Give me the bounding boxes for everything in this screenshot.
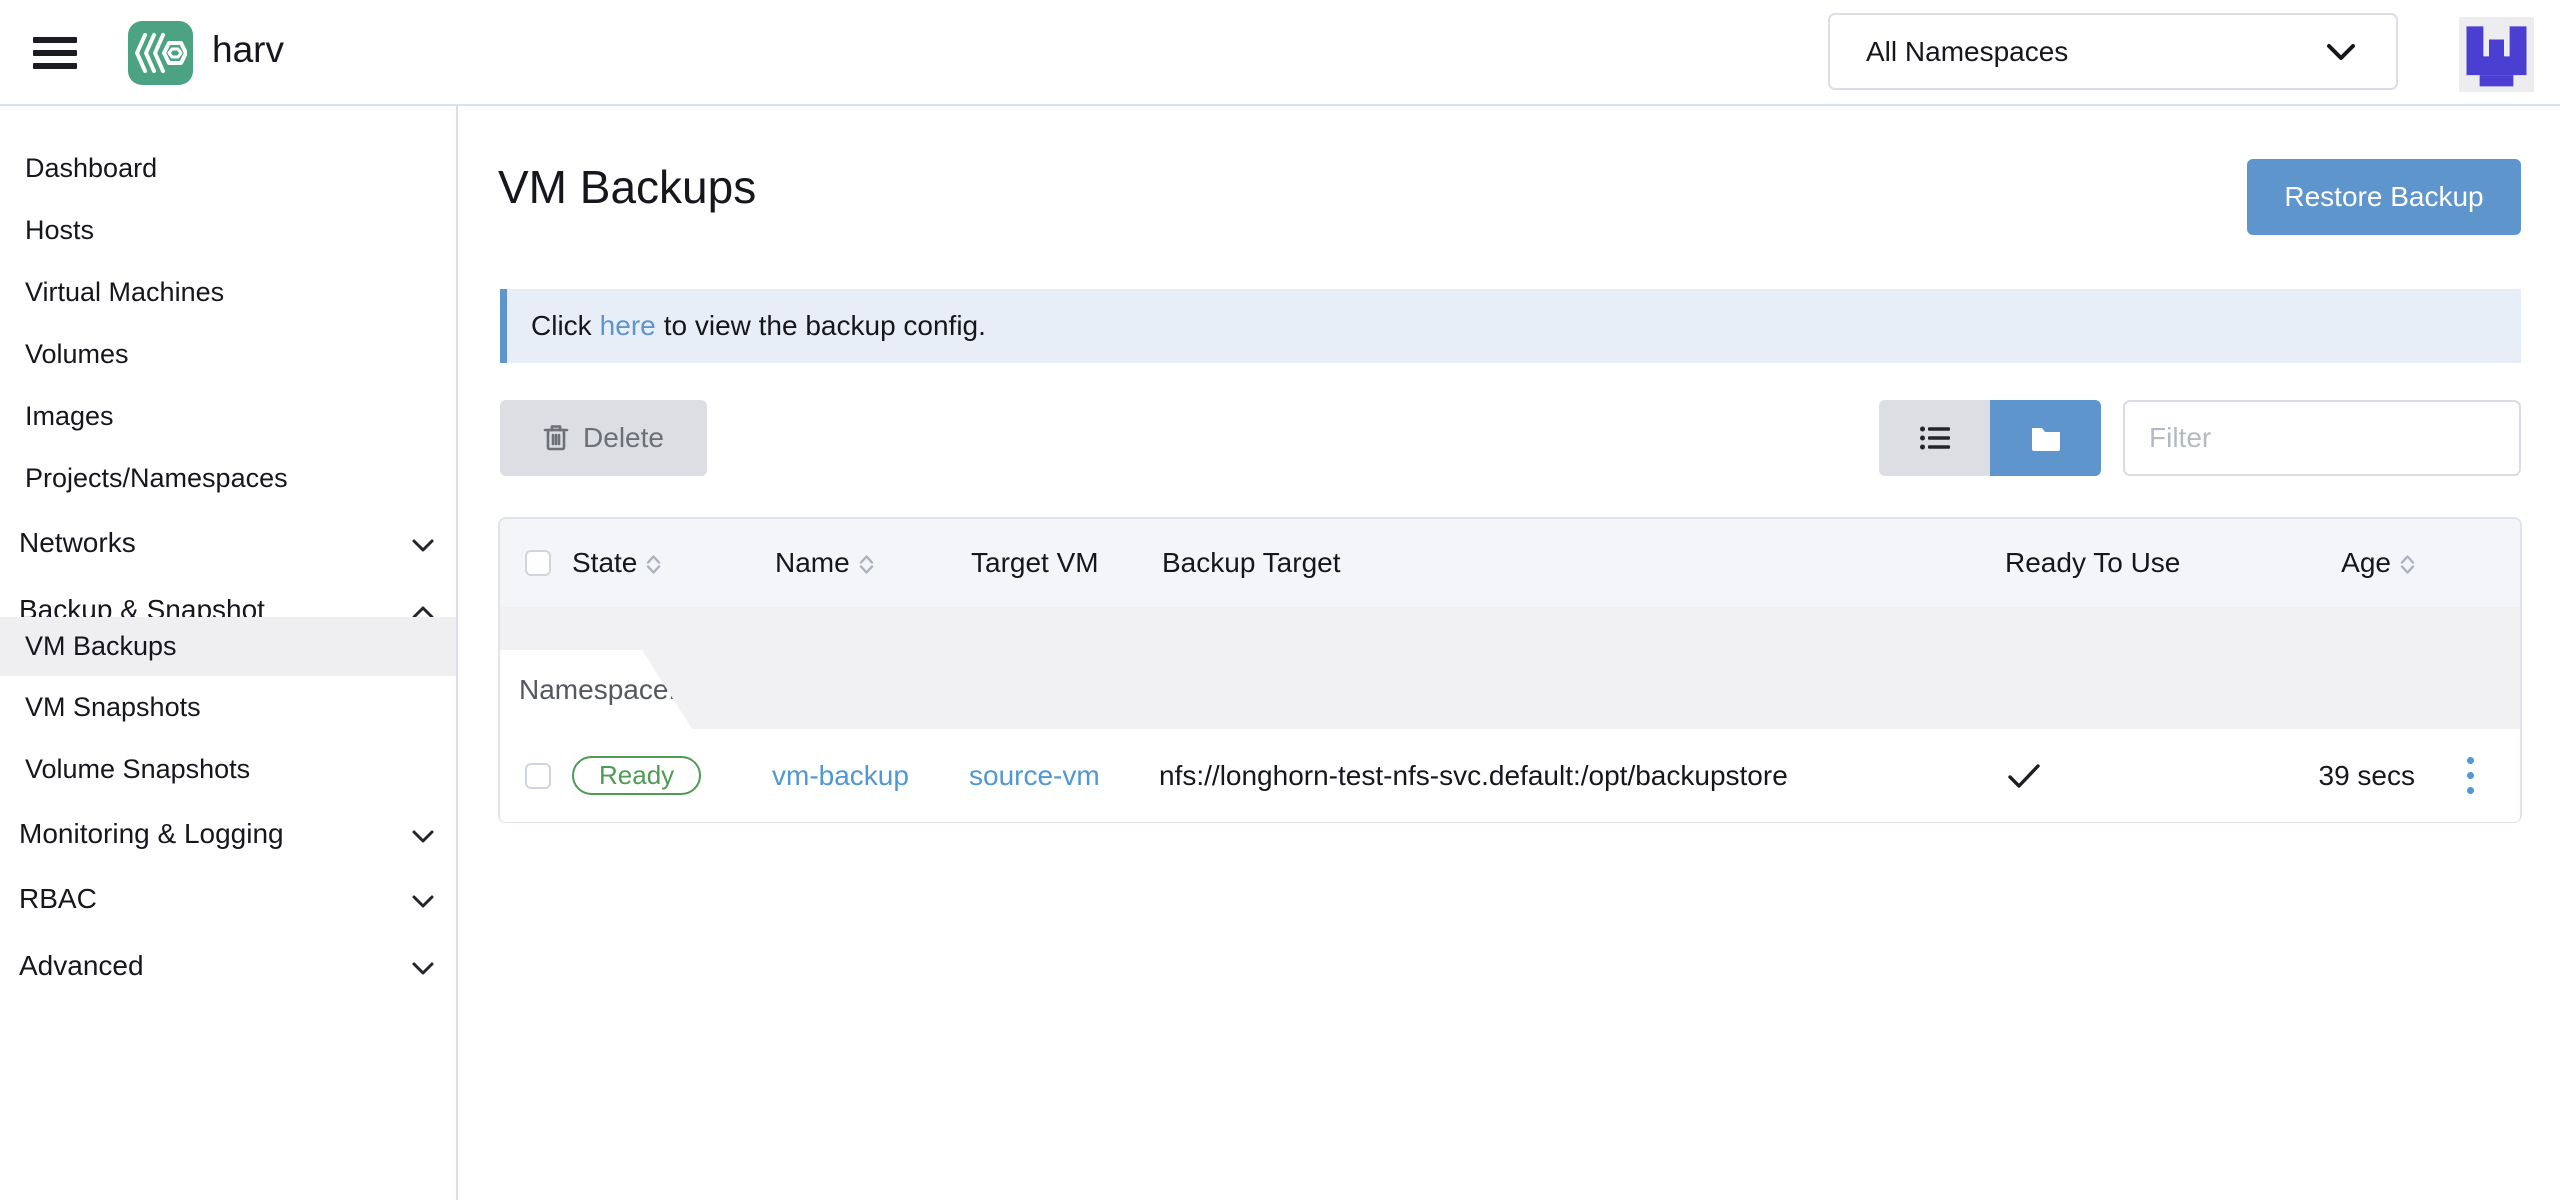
sidebar-group-monitoring-logging[interactable]: Monitoring & Logging	[0, 804, 456, 863]
target-vm-cell: source-vm	[969, 729, 1100, 822]
banner-text-post: to view the backup config.	[664, 310, 986, 342]
group-label-prefix: Namespace:	[519, 674, 676, 706]
column-header-ready-to-use: Ready To Use	[2005, 519, 2180, 607]
info-banner: Click here to view the backup config.	[500, 289, 2521, 363]
column-header-backup-target: Backup Target	[1162, 519, 1341, 607]
sidebar-item-hosts[interactable]: Hosts	[0, 201, 456, 260]
sidebar-item-virtual-machines[interactable]: Virtual Machines	[0, 263, 456, 322]
backups-table: State Name Target VM	[498, 517, 2522, 823]
restore-backup-button[interactable]: Restore Backup	[2247, 159, 2521, 235]
user-avatar[interactable]	[2459, 17, 2534, 92]
state-cell: Ready	[572, 729, 701, 822]
row-actions	[2461, 729, 2480, 822]
chevron-down-icon	[412, 883, 434, 915]
grouped-view-button[interactable]	[1990, 400, 2101, 476]
delete-button[interactable]: Delete	[500, 400, 707, 476]
age-cell: 39 secs	[2319, 729, 2416, 822]
target-vm-link[interactable]: source-vm	[969, 760, 1100, 792]
filter-input[interactable]	[2123, 400, 2521, 476]
sort-carets-icon	[859, 555, 874, 574]
chevron-down-icon	[2326, 43, 2356, 61]
group-label-value: default	[686, 674, 778, 706]
ready-to-use-cell	[2007, 729, 2041, 822]
banner-here-link[interactable]: here	[600, 310, 656, 342]
sidebar-item-volume-snapshots[interactable]: Volume Snapshots	[0, 740, 456, 799]
cluster-name: harv	[212, 29, 284, 71]
table-header-row: State Name Target VM	[500, 519, 2520, 607]
harvester-logo[interactable]	[128, 21, 193, 85]
chevron-down-icon	[412, 818, 434, 850]
sidebar-item-vm-snapshots[interactable]: VM Snapshots	[0, 678, 456, 737]
sidebar-item-vm-backups[interactable]: VM Backups	[0, 617, 456, 676]
top-bar: harv All Namespaces	[0, 0, 2560, 106]
kebab-menu-icon[interactable]	[2461, 751, 2480, 800]
group-tab-namespace: Namespace: default	[500, 650, 692, 729]
column-header-target-vm: Target VM	[971, 519, 1099, 607]
namespace-dropdown[interactable]: All Namespaces	[1828, 13, 2398, 90]
sidebar-item-dashboard[interactable]: Dashboard	[0, 139, 456, 198]
chevron-down-icon	[412, 527, 434, 559]
page-title: VM Backups	[498, 160, 756, 214]
delete-button-label: Delete	[583, 422, 664, 454]
banner-text-pre: Click	[531, 310, 592, 342]
backup-name-link[interactable]: vm-backup	[772, 760, 909, 792]
chevron-down-icon	[412, 950, 434, 982]
column-header-age[interactable]: Age	[2341, 519, 2415, 607]
folder-icon	[2030, 425, 2062, 451]
backup-target-cell: nfs://longhorn-test-nfs-svc.default:/opt…	[1159, 729, 1788, 822]
column-header-name[interactable]: Name	[775, 519, 874, 607]
avatar-identicon-icon	[2459, 17, 2534, 92]
hamburger-menu-icon[interactable]	[33, 37, 77, 69]
status-badge: Ready	[572, 756, 701, 795]
namespace-dropdown-value: All Namespaces	[1866, 36, 2326, 68]
sidebar-group-rbac[interactable]: RBAC	[0, 869, 456, 928]
sort-carets-icon	[646, 555, 661, 574]
sidebar-item-images[interactable]: Images	[0, 387, 456, 446]
list-view-button[interactable]	[1879, 400, 1990, 476]
name-cell: vm-backup	[772, 729, 909, 822]
sort-carets-icon	[2400, 555, 2415, 574]
sidebar-group-advanced[interactable]: Advanced	[0, 936, 456, 995]
harvester-app: harv All Namespaces Dashboard Hosts Virt…	[0, 0, 2560, 1200]
row-checkbox[interactable]	[525, 729, 551, 822]
select-all-checkbox[interactable]	[525, 519, 551, 607]
sidebar-item-volumes[interactable]: Volumes	[0, 325, 456, 384]
list-view-icon	[1920, 426, 1950, 450]
group-band: Namespace: default	[500, 607, 2520, 729]
checkmark-icon	[2007, 763, 2041, 789]
sidebar-group-networks[interactable]: Networks	[0, 513, 456, 572]
sidebar-nav: Dashboard Hosts Virtual Machines Volumes…	[0, 106, 458, 1200]
main-content: VM Backups Restore Backup Click here to …	[458, 106, 2560, 1200]
sidebar-item-projects-namespaces[interactable]: Projects/Namespaces	[0, 449, 456, 508]
harvester-wheat-icon	[135, 31, 187, 75]
table-row: Ready vm-backup source-vm nfs://longhorn…	[500, 729, 2520, 822]
column-header-state[interactable]: State	[572, 519, 661, 607]
trash-icon	[543, 424, 569, 452]
view-mode-toggle	[1879, 400, 2101, 476]
